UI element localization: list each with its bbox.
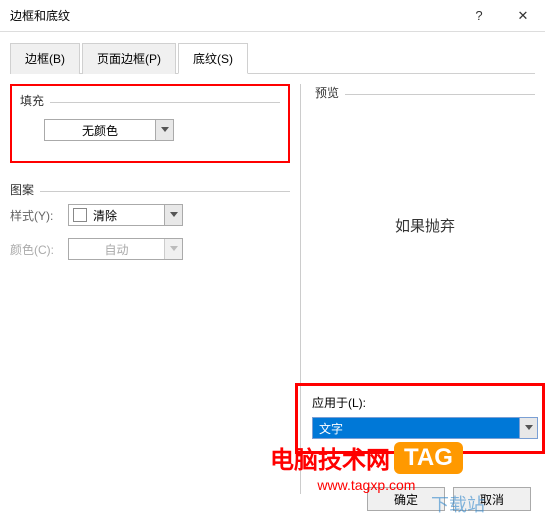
tab-shading[interactable]: 底纹(S) bbox=[178, 43, 248, 74]
left-panel: 填充 无颜色 图案 样式(Y): 清除 bbox=[10, 84, 300, 494]
ok-button[interactable]: 确定 bbox=[367, 487, 445, 511]
apply-highlight: 应用于(L): 文字 bbox=[295, 383, 545, 454]
tab-page-border[interactable]: 页面边框(P) bbox=[82, 43, 176, 74]
style-label: 样式(Y): bbox=[10, 207, 68, 224]
titlebar-controls: ? ✕ bbox=[457, 0, 545, 31]
chevron-down-icon bbox=[155, 120, 173, 140]
style-text: 清除 bbox=[93, 207, 117, 224]
style-value: 清除 bbox=[69, 207, 164, 224]
preview-area: 如果抛弃 bbox=[315, 95, 535, 355]
preview-text: 如果抛弃 bbox=[395, 215, 455, 236]
dialog-title: 边框和底纹 bbox=[10, 7, 70, 24]
style-select[interactable]: 清除 bbox=[68, 204, 183, 226]
tab-bar: 边框(B) 页面边框(P) 底纹(S) bbox=[10, 42, 535, 74]
divider bbox=[40, 191, 290, 192]
tab-border[interactable]: 边框(B) bbox=[10, 43, 80, 74]
preview-label: 预览 bbox=[315, 84, 345, 101]
color-label: 颜色(C): bbox=[10, 241, 68, 258]
apply-value: 文字 bbox=[313, 418, 519, 438]
pattern-label: 图案 bbox=[10, 181, 40, 198]
checkbox-icon bbox=[73, 208, 87, 222]
divider bbox=[50, 102, 280, 103]
fill-color-value: 无颜色 bbox=[45, 122, 155, 139]
apply-select[interactable]: 文字 bbox=[312, 417, 538, 439]
right-panel: 预览 如果抛弃 应用于(L): 文字 bbox=[300, 84, 535, 494]
fill-select-wrap: 无颜色 bbox=[20, 113, 280, 147]
apply-section: 应用于(L): 文字 bbox=[295, 383, 545, 454]
color-value: 自动 bbox=[69, 241, 164, 258]
cancel-button[interactable]: 取消 bbox=[453, 487, 531, 511]
dialog-buttons: 确定 取消 bbox=[367, 487, 531, 511]
pattern-group: 图案 样式(Y): 清除 颜色(C): 自动 bbox=[10, 181, 290, 260]
fill-color-select[interactable]: 无颜色 bbox=[44, 119, 174, 141]
style-row: 样式(Y): 清除 bbox=[10, 204, 290, 226]
content-area: 填充 无颜色 图案 样式(Y): 清除 bbox=[0, 74, 545, 494]
color-select: 自动 bbox=[68, 238, 183, 260]
chevron-down-icon bbox=[164, 205, 182, 225]
apply-label: 应用于(L): bbox=[312, 394, 532, 411]
color-row: 颜色(C): 自动 bbox=[10, 238, 290, 260]
chevron-down-icon bbox=[519, 418, 537, 438]
help-button[interactable]: ? bbox=[457, 0, 501, 31]
fill-group: 填充 无颜色 bbox=[10, 84, 290, 163]
chevron-down-icon bbox=[164, 239, 182, 259]
fill-label: 填充 bbox=[20, 92, 50, 109]
close-button[interactable]: ✕ bbox=[501, 0, 545, 31]
titlebar: 边框和底纹 ? ✕ bbox=[0, 0, 545, 32]
